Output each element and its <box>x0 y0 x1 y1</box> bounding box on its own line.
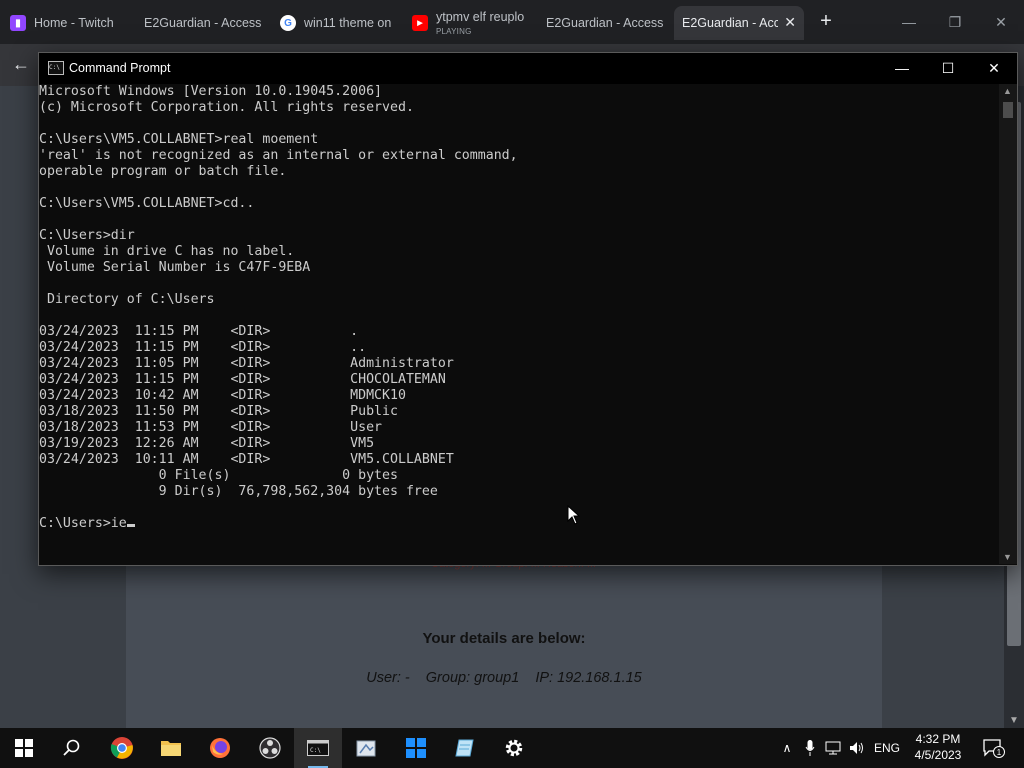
tab-label: E2Guardian - Acce <box>682 16 778 30</box>
obs-icon[interactable] <box>246 728 294 768</box>
console-line: 03/24/2023 11:15 PM <DIR> CHOCOLATEMAN <box>39 372 446 387</box>
console-line: (c) Microsoft Corporation. All rights re… <box>39 100 414 115</box>
clock[interactable]: 4:32 PM 4/5/2023 <box>906 731 970 763</box>
console-line: C:\Users\VM5.COLLABNET>cd.. <box>39 196 255 211</box>
console-line: 03/24/2023 11:05 PM <DIR> Administrator <box>39 356 454 371</box>
console-line: C:\Users\VM5.COLLABNET>real moement <box>39 132 319 147</box>
cmd-app-icon: C:\ <box>48 61 64 75</box>
windows-start-icon[interactable] <box>0 728 48 768</box>
close-icon[interactable]: ✕ <box>784 14 796 31</box>
tab-twitch[interactable]: ▮ Home - Twitch <box>0 6 130 40</box>
chevron-down-icon[interactable]: ▼ <box>1009 715 1019 726</box>
tab-youtube[interactable]: ▶ ytpmv elf reuplo PLAYING <box>402 6 530 40</box>
console-line: 9 Dir(s) 76,798,562,304 bytes free <box>39 484 438 499</box>
twitch-icon: ▮ <box>10 15 26 31</box>
close-icon[interactable]: ✕ <box>971 53 1017 84</box>
chevron-up-icon[interactable]: ∧ <box>778 728 796 768</box>
console-line: 03/24/2023 10:11 AM <DIR> VM5.COLLABNET <box>39 452 454 467</box>
paint-icon[interactable] <box>343 728 391 768</box>
close-icon[interactable]: ✕ <box>978 8 1024 36</box>
console-line: Microsoft Windows [Version 10.0.19045.20… <box>39 84 383 99</box>
console-line: Volume in drive C has no label. <box>39 244 295 259</box>
new-tab-button[interactable]: + <box>814 10 838 34</box>
tab-label: E2Guardian - Access <box>546 16 664 30</box>
console-line: 'real' is not recognized as an internal … <box>39 148 518 163</box>
tab-label: Home - Twitch <box>34 16 114 30</box>
youtube-icon: ▶ <box>412 15 428 31</box>
console-line: Directory of C:\Users <box>39 292 215 307</box>
maximize-icon[interactable]: ☐ <box>925 53 971 84</box>
settings-icon[interactable] <box>490 728 538 768</box>
chrome-icon[interactable] <box>98 728 146 768</box>
minimize-icon[interactable]: — <box>879 53 925 84</box>
tab-e2guardian-2[interactable]: E2Guardian - Access <box>536 6 664 40</box>
console-scrollbar[interactable]: ▲ ▼ <box>999 84 1017 564</box>
tab-label: E2Guardian - Access <box>144 16 262 30</box>
search-icon[interactable] <box>48 728 96 768</box>
group-value: Group: group1 <box>425 670 520 686</box>
terminal-icon[interactable]: C:\ <box>294 728 342 768</box>
command-prompt-window[interactable]: C:\ Command Prompt — ☐ ✕ Microsoft Windo… <box>38 52 1018 566</box>
console-line: 0 File(s) 0 bytes <box>39 468 398 483</box>
console-line: Volume Serial Number is C47F-9EBA <box>39 260 311 275</box>
tab-label: win11 theme on <box>304 16 392 30</box>
console-line: operable program or batch file. <box>39 164 287 179</box>
console-text: Microsoft Windows [Version 10.0.19045.20… <box>39 84 999 532</box>
chevron-up-icon[interactable]: ▲ <box>1003 86 1012 96</box>
file-explorer-icon[interactable] <box>147 728 195 768</box>
console-line: 03/18/2023 11:50 PM <DIR> Public <box>39 404 398 419</box>
ip-value: IP: 192.168.1.15 <box>535 670 642 686</box>
notepad-icon[interactable] <box>441 728 489 768</box>
clock-time: 4:32 PM <box>915 732 961 746</box>
tab-google[interactable]: G win11 theme on <box>270 6 400 40</box>
console-line: 03/24/2023 11:15 PM <DIR> .. <box>39 340 367 355</box>
minimize-icon[interactable]: — <box>886 8 932 36</box>
console-prompt: C:\Users>ie <box>39 516 127 531</box>
windows-app-icon[interactable] <box>392 728 440 768</box>
text-cursor <box>126 524 135 527</box>
console-line: C:\Users>dir <box>39 228 135 243</box>
tab-e2guardian-1[interactable]: E2Guardian - Access <box>134 6 262 40</box>
clock-date: 4/5/2023 <box>914 748 962 762</box>
chevron-down-icon[interactable]: ▼ <box>1003 552 1012 562</box>
notification-count: 1 <box>997 748 1002 757</box>
back-arrow-icon[interactable]: ← <box>12 54 30 75</box>
playing-indicator: PLAYING <box>436 27 472 36</box>
console-line: 03/18/2023 11:53 PM <DIR> User <box>39 420 383 435</box>
user-value: User: - <box>366 670 410 686</box>
svg-text:C:\: C:\ <box>310 747 321 754</box>
tab-label: ytpmv elf reuplo <box>436 10 525 24</box>
restore-icon[interactable]: ❐ <box>932 8 978 36</box>
console-line: 03/24/2023 11:15 PM <DIR> . <box>39 324 359 339</box>
language-indicator[interactable]: ENG <box>872 728 902 768</box>
notification-icon[interactable]: 1 <box>980 728 1008 768</box>
network-icon[interactable] <box>824 728 842 768</box>
google-icon: G <box>280 15 296 31</box>
microphone-icon[interactable] <box>802 728 818 768</box>
console-line: 03/19/2023 12:26 AM <DIR> VM5 <box>39 436 375 451</box>
firefox-icon[interactable] <box>196 728 244 768</box>
console-scrollbar-thumb[interactable] <box>1003 102 1013 118</box>
browser-tab-bar: ▮ Home - Twitch E2Guardian - Access G wi… <box>0 0 1024 44</box>
console-prompt-line: C:\Users>ie <box>39 516 999 532</box>
details-heading: Your details are below: <box>422 630 586 647</box>
window-title: Command Prompt <box>69 61 171 75</box>
taskbar: C:\ ∧ ENG 4:32 PM 4/5/2023 1 <box>0 728 1024 768</box>
mouse-pointer-icon <box>567 505 581 525</box>
console-line: 03/24/2023 10:42 AM <DIR> MDMCK10 <box>39 388 406 403</box>
tab-e2guardian-active[interactable]: E2Guardian - Acce ✕ <box>674 6 804 40</box>
volume-icon[interactable] <box>848 728 866 768</box>
console-output[interactable]: Microsoft Windows [Version 10.0.19045.20… <box>39 84 999 564</box>
details-line: User: - Group: group1 IP: 192.168.1.15 <box>126 670 882 686</box>
cmd-title-bar[interactable]: C:\ Command Prompt — ☐ ✕ <box>39 53 1017 84</box>
